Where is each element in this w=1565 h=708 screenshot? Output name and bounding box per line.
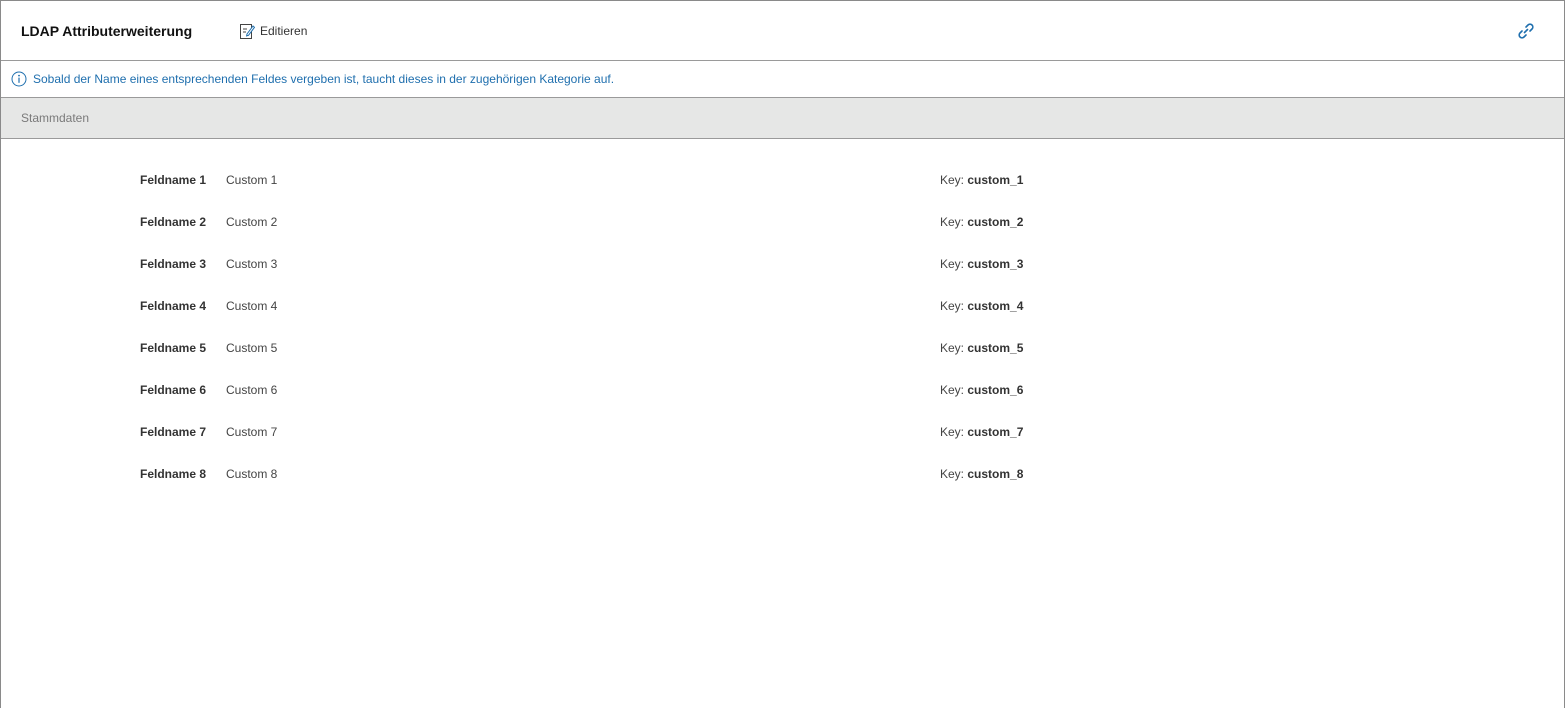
section-header: Stammdaten: [1, 98, 1564, 139]
field-row: Feldname 4 Custom 4 Key: custom_4: [1, 297, 1564, 339]
field-label: Feldname 1: [140, 173, 207, 187]
panel: LDAP Attributerweiterung Editieren Sobal…: [0, 0, 1565, 708]
field-key: Key: custom_7: [940, 425, 1023, 439]
field-label: Feldname 8: [140, 467, 207, 481]
field-row: Feldname 6 Custom 6 Key: custom_6: [1, 381, 1564, 423]
info-banner: Sobald der Name eines entsprechenden Fel…: [1, 61, 1564, 98]
field-row: Feldname 5 Custom 5 Key: custom_5: [1, 339, 1564, 381]
key-value: custom_2: [967, 215, 1024, 229]
field-value: Custom 8: [226, 467, 278, 481]
field-value: Custom 7: [226, 425, 278, 439]
key-value: custom_6: [967, 383, 1024, 397]
field-key: Key: custom_5: [940, 341, 1023, 355]
field-key: Key: custom_2: [940, 215, 1023, 229]
key-prefix: Key:: [940, 173, 965, 187]
field-value: Custom 5: [226, 341, 278, 355]
key-value: custom_3: [967, 257, 1024, 271]
key-prefix: Key:: [940, 257, 965, 271]
field-row: Feldname 1 Custom 1 Key: custom_1: [1, 171, 1564, 213]
key-prefix: Key:: [940, 383, 965, 397]
link-icon: [1516, 23, 1536, 45]
key-value: custom_5: [967, 341, 1024, 355]
key-prefix: Key:: [940, 299, 965, 313]
edit-icon: [239, 22, 255, 40]
key-value: custom_4: [967, 299, 1024, 313]
field-value: Custom 6: [226, 383, 278, 397]
field-value: Custom 4: [226, 299, 278, 313]
key-prefix: Key:: [940, 215, 965, 229]
key-value: custom_7: [967, 425, 1024, 439]
edit-button-label: Editieren: [260, 24, 308, 38]
field-label: Feldname 3: [140, 257, 207, 271]
field-row: Feldname 2 Custom 2 Key: custom_2: [1, 213, 1564, 255]
edit-button[interactable]: Editieren: [239, 21, 307, 41]
field-row: Feldname 7 Custom 7 Key: custom_7: [1, 423, 1564, 465]
page-title: LDAP Attributerweiterung: [21, 23, 193, 39]
panel-header: LDAP Attributerweiterung Editieren: [1, 1, 1564, 61]
field-label: Feldname 7: [140, 425, 207, 439]
field-label: Feldname 5: [140, 341, 207, 355]
field-label: Feldname 2: [140, 215, 207, 229]
key-value: custom_1: [967, 173, 1024, 187]
field-value: Custom 2: [226, 215, 278, 229]
section-title: Stammdaten: [21, 111, 90, 125]
key-prefix: Key:: [940, 341, 965, 355]
info-text: Sobald der Name eines entsprechenden Fel…: [33, 72, 615, 86]
field-key: Key: custom_1: [940, 173, 1023, 187]
link-button[interactable]: [1516, 21, 1536, 41]
field-value: Custom 1: [226, 173, 278, 187]
field-label: Feldname 4: [140, 299, 207, 313]
key-value: custom_8: [967, 467, 1024, 481]
field-key: Key: custom_8: [940, 467, 1023, 481]
field-key: Key: custom_6: [940, 383, 1023, 397]
field-row: Feldname 3 Custom 3 Key: custom_3: [1, 255, 1564, 297]
field-key: Key: custom_4: [940, 299, 1023, 313]
field-label: Feldname 6: [140, 383, 207, 397]
field-key: Key: custom_3: [940, 257, 1023, 271]
field-row: Feldname 8 Custom 8 Key: custom_8: [1, 465, 1564, 507]
field-list: Feldname 1 Custom 1 Key: custom_1 Feldna…: [1, 139, 1564, 507]
field-value: Custom 3: [226, 257, 278, 271]
info-icon: [11, 71, 27, 87]
key-prefix: Key:: [940, 467, 965, 481]
key-prefix: Key:: [940, 425, 965, 439]
